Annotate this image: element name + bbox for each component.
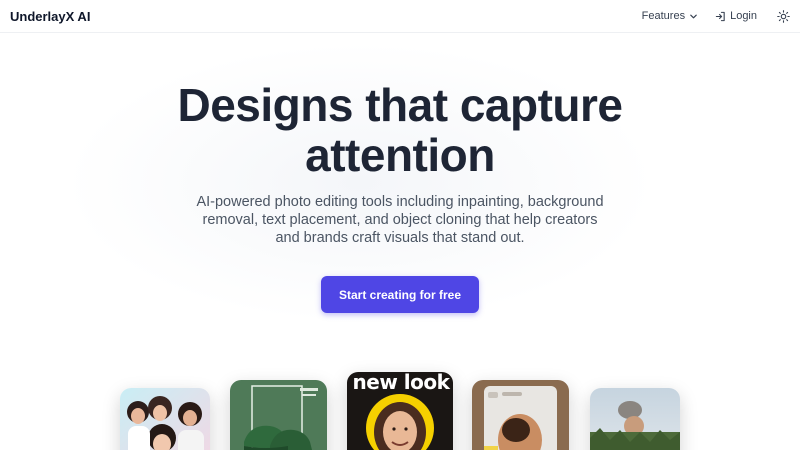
- group-photo-image: [120, 388, 210, 450]
- features-label: Features: [641, 10, 686, 22]
- start-creating-button[interactable]: Start creating for free: [321, 276, 479, 313]
- hero-title-line-1: Designs that capture: [177, 79, 624, 131]
- social-post-image: [472, 380, 569, 450]
- hero-subtitle: AI-powered photo editing tools including…: [196, 194, 604, 246]
- sneakers-image: [230, 380, 327, 450]
- showcase-card-portrait: new look: [347, 372, 453, 450]
- new-look-overlay-text: new look: [352, 372, 450, 394]
- top-navbar: UnderlayX AI Features Login: [0, 0, 800, 33]
- login-link[interactable]: Login: [715, 10, 757, 22]
- theme-toggle-button[interactable]: [777, 9, 790, 23]
- features-menu[interactable]: Features: [642, 10, 698, 22]
- log-in-icon: [715, 11, 725, 21]
- login-label: Login: [730, 10, 757, 22]
- brand-logo[interactable]: UnderlayX AI: [10, 9, 90, 24]
- chevron-down-icon: [690, 14, 697, 18]
- showcase-card-sneakers: [230, 380, 327, 450]
- sun-icon: [777, 9, 790, 23]
- main-nav: Features Login: [642, 9, 790, 23]
- field-image: [590, 388, 680, 450]
- hero-title-line-2: attention: [305, 129, 495, 181]
- showcase-card-group-photo: [120, 388, 210, 450]
- hero-title: Designs that capture attention: [0, 80, 800, 180]
- showcase-card-field: [590, 388, 680, 450]
- showcase-card-social-post: [472, 380, 569, 450]
